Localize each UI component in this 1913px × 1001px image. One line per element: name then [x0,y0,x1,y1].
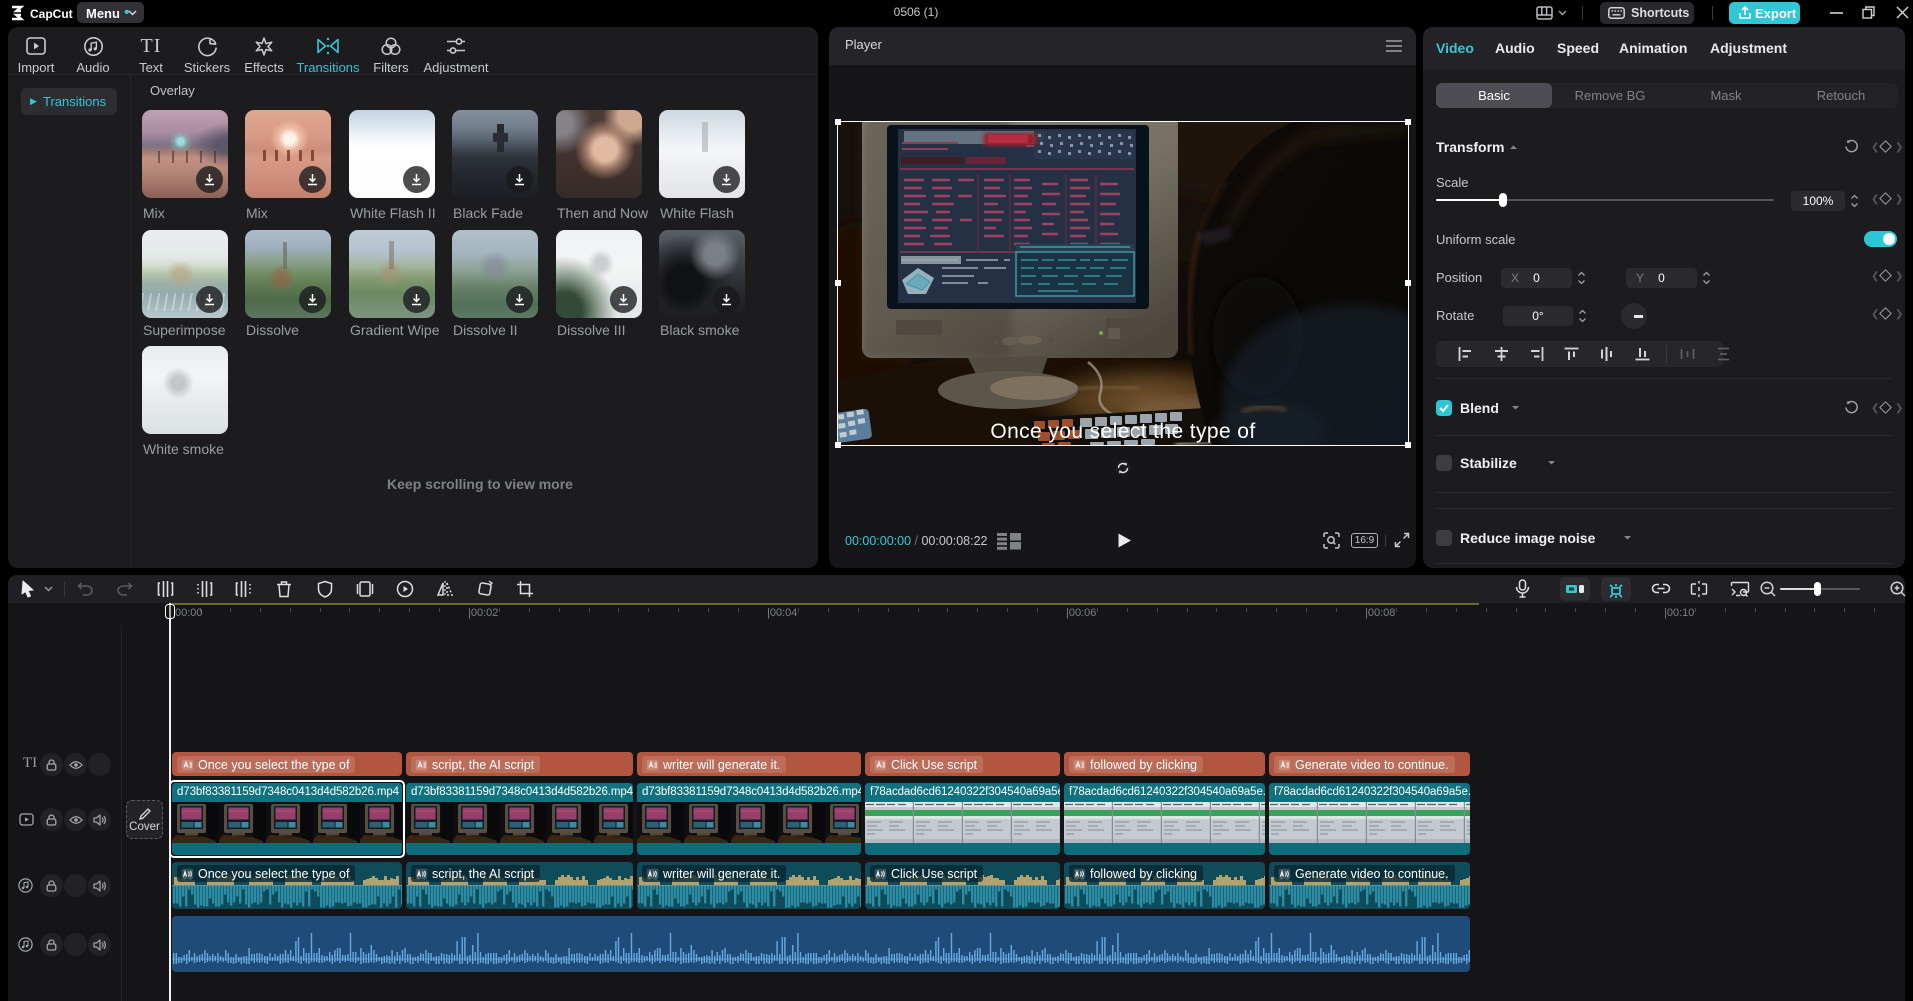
svg-text:Once you select the type of: Once you select the type of [990,420,1255,443]
